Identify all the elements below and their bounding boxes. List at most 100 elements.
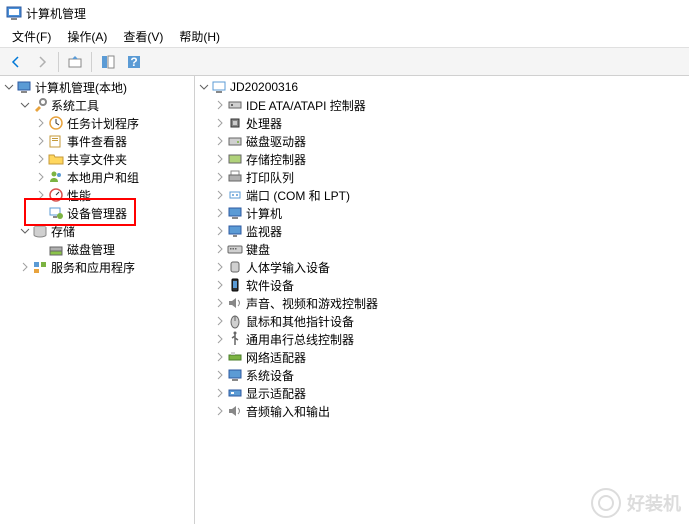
show-hide-tree-button[interactable] <box>96 50 120 74</box>
chevron-right-icon[interactable] <box>213 134 227 148</box>
disk-management-icon <box>48 241 64 257</box>
device-usb[interactable]: 通用串行总线控制器 <box>195 330 689 348</box>
menu-file[interactable]: 文件(F) <box>4 26 59 47</box>
device-system[interactable]: 系统设备 <box>195 366 689 384</box>
tree-event-viewer[interactable]: 事件查看器 <box>0 132 194 150</box>
separator <box>91 52 92 72</box>
tree-label: 计算机管理(本地) <box>35 79 127 96</box>
chevron-right-icon[interactable] <box>213 170 227 184</box>
chevron-right-icon[interactable] <box>213 386 227 400</box>
device-hid[interactable]: 人体学输入设备 <box>195 258 689 276</box>
chevron-right-icon[interactable] <box>34 170 48 184</box>
tree-label: 存储 <box>51 223 75 240</box>
app-icon <box>6 5 22 21</box>
device-root[interactable]: JD20200316 <box>195 78 689 96</box>
chevron-right-icon[interactable] <box>34 188 48 202</box>
device-sound-video[interactable]: 声音、视频和游戏控制器 <box>195 294 689 312</box>
chevron-right-icon[interactable] <box>34 152 48 166</box>
device-software[interactable]: 软件设备 <box>195 276 689 294</box>
device-network[interactable]: 网络适配器 <box>195 348 689 366</box>
chevron-right-icon[interactable] <box>213 116 227 130</box>
chevron-right-icon[interactable] <box>34 134 48 148</box>
help-button[interactable]: ? <box>122 50 146 74</box>
chevron-right-icon[interactable] <box>213 98 227 112</box>
chevron-right-icon[interactable] <box>213 242 227 256</box>
device-disk-drives[interactable]: 磁盘驱动器 <box>195 132 689 150</box>
chevron-right-icon[interactable] <box>213 296 227 310</box>
tree-device-manager[interactable]: 设备管理器 <box>0 204 194 222</box>
tree-label: 处理器 <box>246 115 282 132</box>
usb-icon <box>227 331 243 347</box>
menu-help[interactable]: 帮助(H) <box>171 26 228 47</box>
chevron-down-icon[interactable] <box>18 98 32 112</box>
tree-label: 监视器 <box>246 223 282 240</box>
tree-label: 通用串行总线控制器 <box>246 331 354 348</box>
device-storage-controllers[interactable]: 存储控制器 <box>195 150 689 168</box>
chevron-right-icon[interactable] <box>213 332 227 346</box>
device-ports[interactable]: 端口 (COM 和 LPT) <box>195 186 689 204</box>
tree-disk-management[interactable]: 磁盘管理 <box>0 240 194 258</box>
device-audio-inputs[interactable]: 音频输入和输出 <box>195 402 689 420</box>
keyboard-icon <box>227 241 243 257</box>
back-button[interactable] <box>4 50 28 74</box>
mouse-icon <box>227 313 243 329</box>
tree-label: 服务和应用程序 <box>51 259 135 276</box>
tree-storage[interactable]: 存储 <box>0 222 194 240</box>
tree-performance[interactable]: 性能 <box>0 186 194 204</box>
separator <box>58 52 59 72</box>
tree-local-users[interactable]: 本地用户和组 <box>0 168 194 186</box>
speaker-icon <box>227 295 243 311</box>
device-processors[interactable]: 处理器 <box>195 114 689 132</box>
tree-label: 计算机 <box>246 205 282 222</box>
tree-root[interactable]: 计算机管理(本地) <box>0 78 194 96</box>
tree-shared-folders[interactable]: 共享文件夹 <box>0 150 194 168</box>
chevron-right-icon[interactable] <box>213 314 227 328</box>
event-log-icon <box>48 133 64 149</box>
menu-action[interactable]: 操作(A) <box>59 26 115 47</box>
tree-label: 系统工具 <box>51 97 99 114</box>
device-monitors[interactable]: 监视器 <box>195 222 689 240</box>
processor-icon <box>227 115 243 131</box>
device-ide-ata[interactable]: IDE ATA/ATAPI 控制器 <box>195 96 689 114</box>
chevron-right-icon[interactable] <box>213 260 227 274</box>
network-adapter-icon <box>227 349 243 365</box>
device-computer[interactable]: 计算机 <box>195 204 689 222</box>
tree-label: 设备管理器 <box>67 205 127 222</box>
chevron-down-icon[interactable] <box>18 224 32 238</box>
chevron-down-icon[interactable] <box>197 80 211 94</box>
chevron-right-icon[interactable] <box>213 350 227 364</box>
chevron-right-icon[interactable] <box>213 404 227 418</box>
tree-label: 共享文件夹 <box>67 151 127 168</box>
tree-label: 存储控制器 <box>246 151 306 168</box>
tree-task-scheduler[interactable]: 任务计划程序 <box>0 114 194 132</box>
tools-icon <box>32 97 48 113</box>
chevron-right-icon[interactable] <box>213 278 227 292</box>
tree-services-apps[interactable]: 服务和应用程序 <box>0 258 194 276</box>
monitor-icon <box>227 223 243 239</box>
device-manager-icon <box>48 205 64 221</box>
device-print-queues[interactable]: 打印队列 <box>195 168 689 186</box>
chevron-right-icon[interactable] <box>34 116 48 130</box>
up-button[interactable] <box>63 50 87 74</box>
forward-button[interactable] <box>30 50 54 74</box>
tree-system-tools[interactable]: 系统工具 <box>0 96 194 114</box>
left-panel: 计算机管理(本地) 系统工具 任务计划程序 事件查看器 共享文件夹 本地用户和组 <box>0 76 195 524</box>
tree-label: 网络适配器 <box>246 349 306 366</box>
chevron-right-icon[interactable] <box>18 260 32 274</box>
chevron-right-icon[interactable] <box>213 206 227 220</box>
device-mice[interactable]: 鼠标和其他指针设备 <box>195 312 689 330</box>
device-display[interactable]: 显示适配器 <box>195 384 689 402</box>
chevron-right-icon[interactable] <box>213 368 227 382</box>
chevron-right-icon[interactable] <box>213 224 227 238</box>
system-device-icon <box>227 367 243 383</box>
chevron-right-icon[interactable] <box>213 188 227 202</box>
toolbar: ? <box>0 48 689 76</box>
audio-icon <box>227 403 243 419</box>
menu-view[interactable]: 查看(V) <box>115 26 171 47</box>
printer-icon <box>227 169 243 185</box>
tree-label: 显示适配器 <box>246 385 306 402</box>
chevron-down-icon[interactable] <box>2 80 16 94</box>
chevron-right-icon[interactable] <box>213 152 227 166</box>
watermark-text: 好装机 <box>627 490 681 516</box>
device-keyboards[interactable]: 键盘 <box>195 240 689 258</box>
